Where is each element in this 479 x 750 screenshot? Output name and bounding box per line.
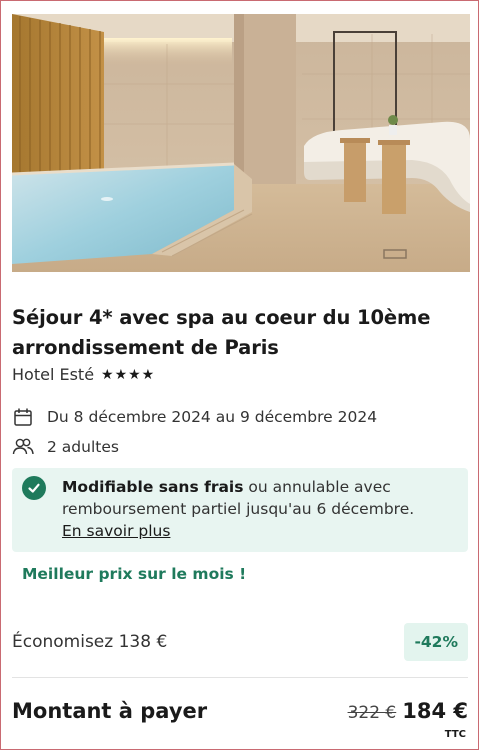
guest-count: 2 adultes [47,438,119,456]
best-price-label: Meilleur prix sur le mois ! [22,565,247,583]
tax-note: TTC [444,729,466,740]
savings-row: Économisez 138 € -42% [12,622,468,662]
notice-text: Modifiable sans frais ou annulable avec … [62,476,458,542]
hotel-name[interactable]: Hotel Esté [12,365,94,384]
hotel-spa-photo[interactable] [12,14,470,272]
check-circle-icon [22,476,46,500]
offer-card[interactable]: Séjour 4* avec spa au coeur du 10ème arr… [0,0,479,750]
payment-row: Montant à payer 322 € 184 € [12,691,468,731]
discount-badge: -42% [404,623,468,661]
users-icon [12,436,34,458]
offer-title[interactable]: Séjour 4* avec spa au coeur du 10ème arr… [12,303,468,363]
notice-bold: Modifiable sans frais [62,478,244,496]
payment-label: Montant à payer [12,699,208,723]
discounted-price: 184 € [402,699,468,723]
original-price: 322 € [347,703,397,723]
divider [12,677,468,678]
cancellation-notice: Modifiable sans frais ou annulable avec … [12,468,468,552]
learn-more-link[interactable]: En savoir plus [62,522,170,540]
star-rating: ★★★★ [101,366,156,383]
savings-amount: Économisez 138 € [12,632,168,652]
stay-dates: Du 8 décembre 2024 au 9 décembre 2024 [47,408,378,426]
calendar-icon [12,406,34,428]
